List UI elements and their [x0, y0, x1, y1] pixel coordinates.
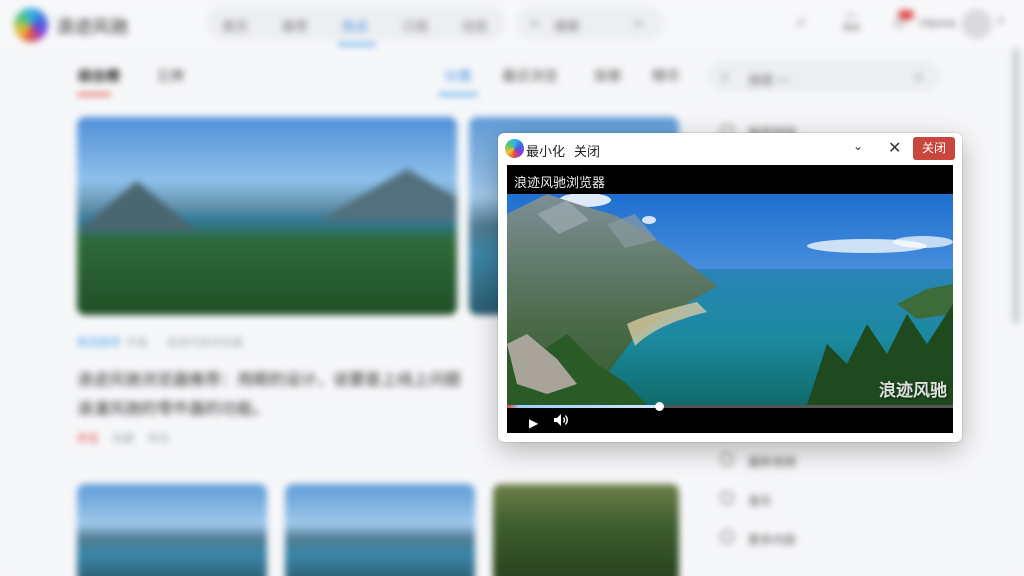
chevron-down-icon[interactable]: ▾	[998, 14, 1004, 27]
close-text-button[interactable]: 关闭	[574, 141, 600, 160]
nav-item[interactable]: 动态	[462, 16, 488, 35]
nav-item[interactable]: 推荐	[282, 16, 308, 35]
search-icon[interactable]: ⌕	[634, 12, 644, 33]
landscape-scene	[507, 194, 953, 405]
progress-handle[interactable]	[654, 402, 664, 411]
sidebar-search-input[interactable]	[708, 60, 940, 92]
search-icon[interactable]: ⌕	[914, 66, 924, 87]
play-icon[interactable]: ▶	[529, 416, 538, 430]
feature-footer[interactable]: 转自	[148, 430, 170, 446]
progress-bar[interactable]	[507, 402, 953, 411]
video-player[interactable]: 浪迹风驰浏览器 浪迹风驰 ▶	[507, 165, 953, 433]
tab-featured[interactable]: 精华	[652, 66, 680, 86]
nav-item[interactable]: 订阅	[402, 16, 428, 35]
feature-title[interactable]: 浪漫风驰的零件器的功能。	[77, 395, 269, 419]
progress-fill	[507, 405, 659, 408]
feature-author: 作者	[126, 337, 148, 349]
tab-ace[interactable]: 王牌	[156, 66, 184, 86]
sidebar-icon	[720, 530, 734, 544]
search-icon[interactable]: ⌕	[796, 11, 806, 32]
mini-player-window: 最小化 关闭 ⌄ ✕ 关闭 浪迹风驰浏览器 浪迹风驰 ▶	[498, 133, 962, 442]
tab-explore[interactable]: 探索	[594, 66, 622, 86]
feature-footer[interactable]: 转发	[77, 430, 99, 446]
tab-active-indicator	[77, 93, 111, 96]
user-name[interactable]: Hanna	[920, 16, 955, 30]
tab-recent[interactable]: 最近浏览	[502, 66, 558, 86]
feature-footer[interactable]: 收藏	[112, 430, 134, 446]
avatar[interactable]	[962, 9, 992, 39]
browser-logo-icon[interactable]	[14, 8, 48, 42]
feature-source: 浪迹风驰浏览器	[166, 337, 243, 349]
card-thumbnail[interactable]	[77, 484, 267, 576]
chevron-down-icon[interactable]: ⌄	[853, 139, 863, 153]
card-thumbnail[interactable]	[285, 484, 475, 576]
sidebar-icon	[720, 452, 734, 466]
card-thumbnail[interactable]	[493, 484, 679, 576]
video-title: 浪迹风驰浏览器	[514, 175, 606, 190]
close-icon[interactable]: ✕	[888, 138, 901, 158]
scrollbar[interactable]	[1012, 48, 1020, 324]
top-navigation-bar: 浪迹风驰 首页 推荐 热点 订阅 动态 ⌕ 搜索 ⌕ ⌕ 🔔︎ ☺ Hanna …	[0, 0, 1024, 48]
video-frame[interactable]: 浪迹风驰	[507, 194, 953, 405]
nav-item[interactable]: 首页	[222, 16, 248, 35]
sidebar-icon	[720, 491, 734, 505]
tab-active-indicator	[438, 93, 478, 96]
sidebar-item[interactable]: 更多内容	[748, 531, 796, 548]
search-icon: ⌕	[530, 12, 541, 32]
tab-ranking[interactable]: 综合榜	[78, 66, 120, 86]
nav-item-active[interactable]: 热点	[342, 16, 368, 35]
search-icon: ⌕	[720, 66, 731, 86]
sidebar-search-placeholder: 搜索 一	[748, 73, 791, 88]
sidebar-item[interactable]: 最新视频	[748, 453, 796, 470]
user-icon[interactable]: ☺	[890, 12, 908, 33]
browser-logo-icon	[505, 139, 524, 158]
feature-tag: 精选推荐	[77, 337, 121, 349]
feature-thumbnail[interactable]	[77, 117, 457, 315]
search-placeholder: 搜索	[554, 19, 581, 34]
nav-active-indicator	[338, 43, 376, 46]
sidebar-item[interactable]: 音乐	[748, 492, 772, 509]
volume-icon[interactable]	[553, 413, 569, 432]
tab-category[interactable]: 分类	[444, 66, 472, 86]
bell-icon[interactable]: 🔔︎	[840, 11, 863, 32]
feature-title[interactable]: 浪迹风驰浏览器推荐：用眼的设计，说要是上线上问题	[77, 366, 461, 390]
window-titlebar[interactable]: 最小化 关闭 ⌄ ✕ 关闭	[498, 133, 962, 165]
close-button[interactable]: 关闭	[913, 137, 955, 160]
video-watermark: 浪迹风驰	[879, 381, 947, 401]
minimize-button[interactable]: 最小化	[526, 141, 565, 160]
brand-name: 浪迹风驰	[56, 17, 128, 37]
